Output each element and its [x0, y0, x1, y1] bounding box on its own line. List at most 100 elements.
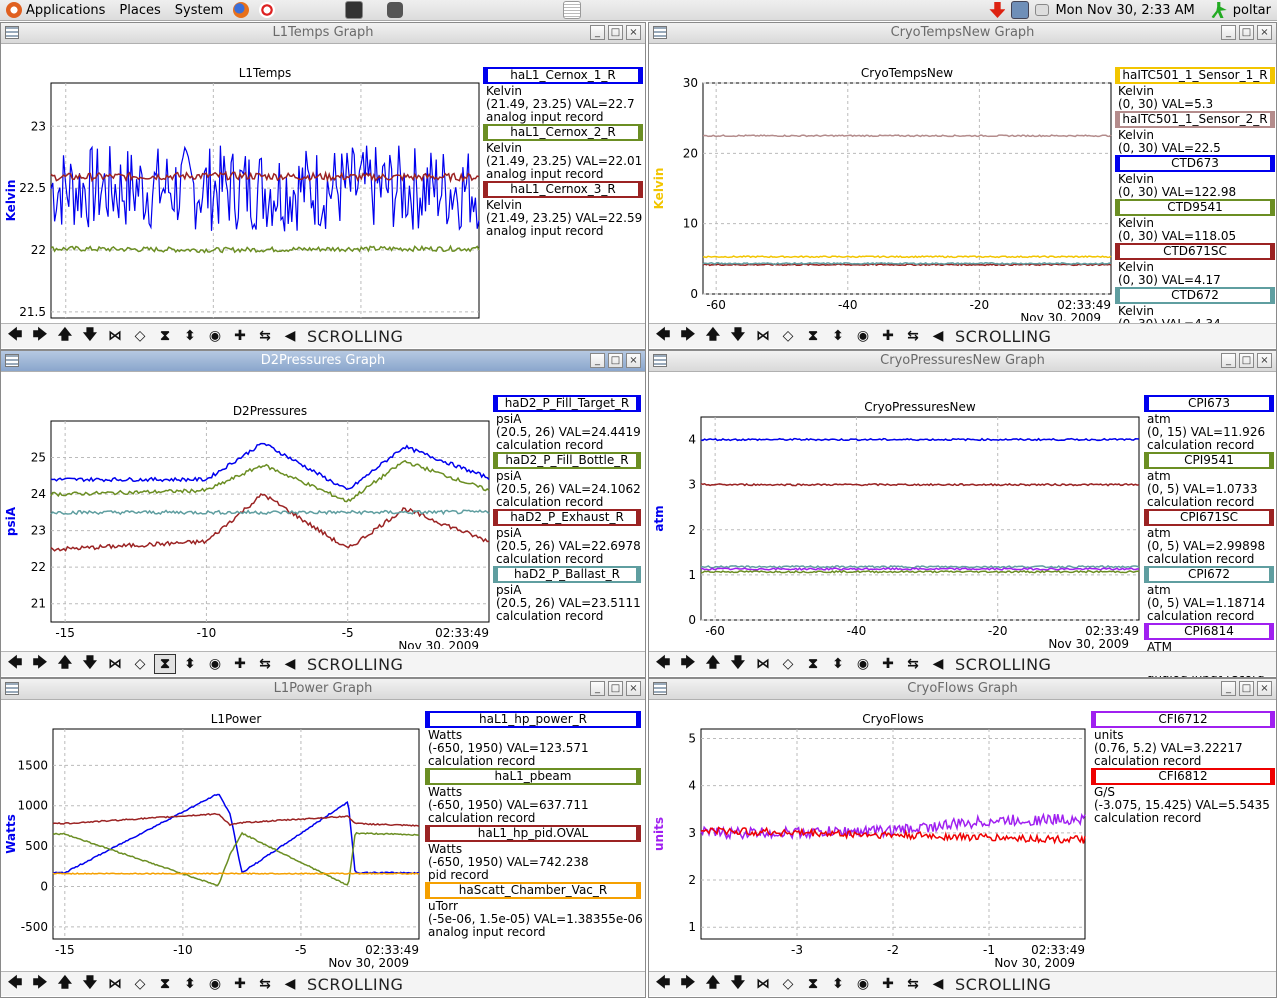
- minimize-button[interactable]: _: [590, 353, 605, 368]
- pan-down-button[interactable]: 🡇: [79, 974, 101, 994]
- pan-right-button[interactable]: 🡆: [677, 326, 699, 346]
- network-icon[interactable]: [1011, 1, 1030, 19]
- window-titlebar[interactable]: D2Pressures Graph _ □ ×: [1, 351, 645, 372]
- scroll-mode-button[interactable]: ◀: [927, 326, 949, 346]
- autoscale-button[interactable]: ⇆: [902, 326, 924, 346]
- zoom-out-x-button[interactable]: ◇: [129, 654, 151, 674]
- minimize-button[interactable]: _: [1221, 681, 1236, 696]
- pan-down-button[interactable]: 🡇: [727, 326, 749, 346]
- legend-name[interactable]: CPI671SC: [1144, 509, 1274, 526]
- window-titlebar[interactable]: L1Power Graph _ □ ×: [1, 679, 645, 700]
- places-menu[interactable]: Places: [113, 3, 168, 18]
- autoscale-button[interactable]: ⇆: [902, 654, 924, 674]
- pan-right-button[interactable]: 🡆: [29, 654, 51, 674]
- legend-name[interactable]: haL1_Cernox_3_R: [483, 181, 643, 198]
- pan-down-button[interactable]: 🡇: [79, 654, 101, 674]
- legend-item[interactable]: haL1_Cernox_1_R Kelvin (21.49, 23.25) VAL=…: [483, 67, 643, 124]
- zoom-in-y-button[interactable]: ⧗: [802, 654, 824, 674]
- legend-item[interactable]: haL1_hp_pid.OVAL Watts (-650, 1950) VAL=74…: [425, 825, 641, 882]
- legend-item[interactable]: haL1_Cernox_3_R Kelvin (21.49, 23.25) VAL=…: [483, 181, 643, 238]
- pan-left-button[interactable]: 🡄: [4, 974, 26, 994]
- minimize-button[interactable]: _: [590, 681, 605, 696]
- legend-name[interactable]: CPI9541: [1144, 452, 1274, 469]
- zoom-out-x-button[interactable]: ◇: [777, 326, 799, 346]
- legend-name[interactable]: CTD9541: [1115, 199, 1275, 216]
- zoom-in-x-button[interactable]: ⋈: [752, 326, 774, 346]
- maximize-button[interactable]: □: [608, 25, 623, 40]
- scroll-mode-button[interactable]: ◀: [927, 974, 949, 994]
- zoom-in-y-button[interactable]: ⧗: [154, 326, 176, 346]
- pan-left-button[interactable]: 🡄: [4, 654, 26, 674]
- add-button[interactable]: ✚: [877, 654, 899, 674]
- reset-button[interactable]: ◉: [204, 974, 226, 994]
- update-arrow-icon[interactable]: [989, 2, 1006, 18]
- zoom-in-x-button[interactable]: ⋈: [104, 654, 126, 674]
- pan-left-button[interactable]: 🡄: [652, 974, 674, 994]
- legend-item[interactable]: CPI672 atm (0, 5) VAL=1.18714 calculation r…: [1144, 566, 1274, 623]
- legend-name[interactable]: haD2_P_Fill_Bottle_R: [493, 452, 641, 469]
- legend-name[interactable]: haITC501_1_Sensor_2_R: [1115, 111, 1275, 128]
- legend-item[interactable]: haITC501_1_Sensor_1_R Kelvin (0, 30) VAL=5…: [1115, 67, 1275, 111]
- window-titlebar[interactable]: CryoFlows Graph _ □ ×: [649, 679, 1276, 700]
- firefox-icon[interactable]: [233, 2, 250, 18]
- zoom-out-x-button[interactable]: ◇: [777, 974, 799, 994]
- reset-button[interactable]: ◉: [204, 326, 226, 346]
- legend-item[interactable]: CPI671SC atm (0, 5) VAL=2.99898 calculation…: [1144, 509, 1274, 566]
- legend-name[interactable]: haD2_P_Ballast_R: [493, 566, 641, 583]
- pan-down-button[interactable]: 🡇: [727, 654, 749, 674]
- maximize-button[interactable]: □: [1239, 681, 1254, 696]
- maximize-button[interactable]: □: [608, 681, 623, 696]
- legend-name[interactable]: CFI6812: [1091, 768, 1275, 785]
- add-button[interactable]: ✚: [229, 326, 251, 346]
- minimize-button[interactable]: _: [1221, 25, 1236, 40]
- minimize-button[interactable]: _: [590, 25, 605, 40]
- close-button[interactable]: ×: [626, 25, 641, 40]
- legend-item[interactable]: CTD9541 Kelvin (0, 30) VAL=118.05: [1115, 199, 1275, 243]
- reset-button[interactable]: ◉: [204, 654, 226, 674]
- legend-name[interactable]: haL1_hp_power_R: [425, 711, 641, 728]
- reset-button[interactable]: ◉: [852, 654, 874, 674]
- add-button[interactable]: ✚: [877, 974, 899, 994]
- legend-name[interactable]: CTD672: [1115, 287, 1275, 304]
- pan-left-button[interactable]: 🡄: [652, 326, 674, 346]
- clock[interactable]: Mon Nov 30, 2:33 AM: [1055, 3, 1194, 18]
- notes-icon[interactable]: [563, 1, 582, 19]
- legend-name[interactable]: CFI6712: [1091, 711, 1275, 728]
- close-button[interactable]: ×: [626, 353, 641, 368]
- legend-item[interactable]: CTD671SC Kelvin (0, 30) VAL=4.17: [1115, 243, 1275, 287]
- autoscale-button[interactable]: ⇆: [254, 654, 276, 674]
- window-titlebar[interactable]: L1Temps Graph _ □ ×: [1, 23, 645, 44]
- zoom-out-y-button[interactable]: ⬍: [827, 654, 849, 674]
- zoom-in-y-button[interactable]: ⧗: [802, 974, 824, 994]
- pan-up-button[interactable]: 🡅: [702, 974, 724, 994]
- user-name[interactable]: poltar: [1233, 3, 1271, 18]
- legend-item[interactable]: CTD673 Kelvin (0, 30) VAL=122.98: [1115, 155, 1275, 199]
- window-titlebar[interactable]: CryoTempsNew Graph _ □ ×: [649, 23, 1276, 44]
- autoscale-button[interactable]: ⇆: [254, 974, 276, 994]
- legend-item[interactable]: CFI6812 G/S (-3.075, 15.425) VAL=5.5435 cal…: [1091, 768, 1275, 825]
- scroll-mode-button[interactable]: ◀: [279, 326, 301, 346]
- zoom-in-x-button[interactable]: ⋈: [104, 974, 126, 994]
- zoom-out-y-button[interactable]: ⬍: [179, 654, 201, 674]
- pan-down-button[interactable]: 🡇: [79, 326, 101, 346]
- autoscale-button[interactable]: ⇆: [902, 974, 924, 994]
- pan-right-button[interactable]: 🡆: [677, 974, 699, 994]
- legend-item[interactable]: haL1_hp_power_R Watts (-650, 1950) VAL=123…: [425, 711, 641, 768]
- pan-left-button[interactable]: 🡄: [652, 654, 674, 674]
- add-button[interactable]: ✚: [229, 654, 251, 674]
- close-button[interactable]: ×: [626, 681, 641, 696]
- zoom-in-y-button[interactable]: ⧗: [802, 326, 824, 346]
- zoom-out-y-button[interactable]: ⬍: [179, 326, 201, 346]
- legend-item[interactable]: haD2_P_Fill_Target_R psiA (20.5, 26) VAL=2…: [493, 395, 641, 452]
- legend-item[interactable]: haD2_P_Fill_Bottle_R psiA (20.5, 26) VAL=2…: [493, 452, 641, 509]
- scroll-mode-button[interactable]: ◀: [927, 654, 949, 674]
- zoom-in-x-button[interactable]: ⋈: [104, 326, 126, 346]
- help-icon[interactable]: [259, 2, 276, 18]
- scroll-mode-button[interactable]: ◀: [279, 974, 301, 994]
- legend-name[interactable]: haL1_Cernox_1_R: [483, 67, 643, 84]
- window-titlebar[interactable]: CryoPressuresNew Graph _ □ ×: [649, 351, 1276, 372]
- scroll-mode-button[interactable]: ◀: [279, 654, 301, 674]
- legend-item[interactable]: CFI6712 units (0.76, 5.2) VAL=3.22217 calcu…: [1091, 711, 1275, 768]
- autoscale-button[interactable]: ⇆: [254, 326, 276, 346]
- zoom-in-x-button[interactable]: ⋈: [752, 974, 774, 994]
